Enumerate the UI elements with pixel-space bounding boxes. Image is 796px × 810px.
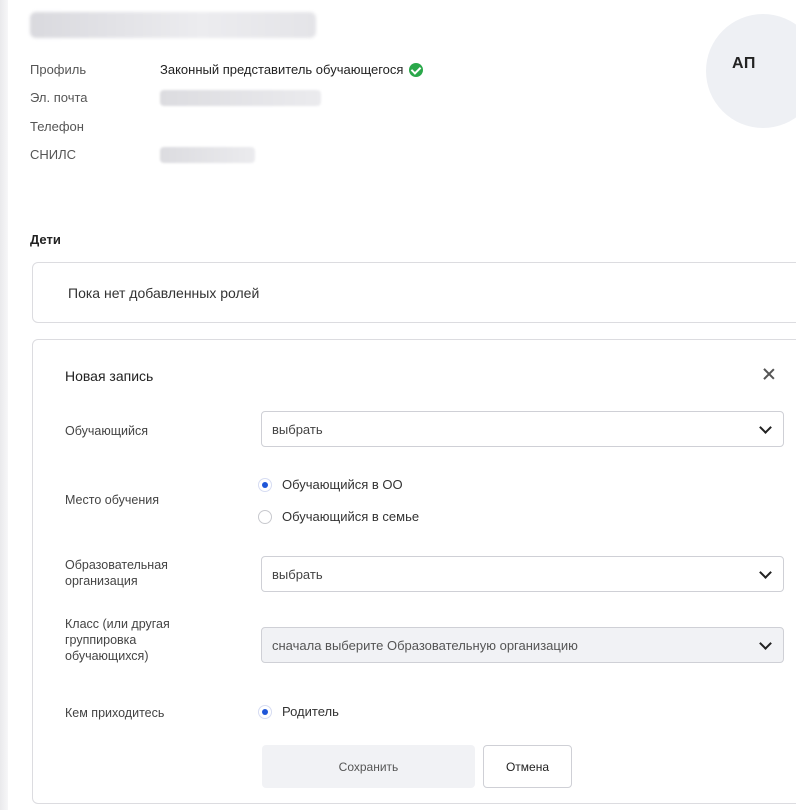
radio-parent[interactable]: Родитель bbox=[258, 704, 339, 719]
radio-checked-icon bbox=[258, 704, 272, 719]
radio-checked-icon bbox=[258, 477, 272, 492]
profile-label: Профиль bbox=[30, 62, 87, 77]
profile-page: АП Профиль Законный представитель обучаю… bbox=[0, 0, 796, 810]
radio-student-in-family-label: Обучающийся в семье bbox=[282, 509, 420, 524]
class-label: Класс (или другая группировка обучающихс… bbox=[65, 616, 170, 664]
email-value-redacted bbox=[160, 90, 321, 106]
student-label: Обучающийся bbox=[65, 424, 148, 438]
children-empty-card: Пока нет добавленных ролей bbox=[32, 262, 796, 323]
email-label: Эл. почта bbox=[30, 90, 88, 105]
children-empty-text: Пока нет добавленных ролей bbox=[68, 285, 260, 301]
avatar: АП bbox=[706, 14, 796, 128]
chevron-down-icon bbox=[759, 421, 772, 434]
children-section-title: Дети bbox=[30, 232, 61, 247]
student-select-value: выбрать bbox=[272, 422, 323, 437]
relation-label: Кем приходитесь bbox=[65, 706, 165, 720]
student-select[interactable]: выбрать bbox=[261, 411, 784, 447]
radio-student-in-family[interactable]: Обучающийся в семье bbox=[258, 509, 419, 524]
snils-value-redacted bbox=[160, 147, 255, 163]
chevron-down-icon bbox=[759, 637, 772, 650]
new-record-title: Новая запись bbox=[65, 368, 154, 384]
class-label-line1: Класс (или другая bbox=[65, 617, 170, 631]
place-label: Место обучения bbox=[65, 493, 159, 507]
radio-student-in-org[interactable]: Обучающийся в ОО bbox=[258, 477, 403, 492]
radio-student-in-org-label: Обучающийся в ОО bbox=[282, 477, 403, 492]
class-label-line3: обучающихся) bbox=[65, 649, 149, 663]
avatar-initials: АП bbox=[732, 55, 756, 72]
cancel-button[interactable]: Отмена bbox=[483, 745, 572, 788]
org-label-line1: Образовательная bbox=[65, 558, 168, 572]
verified-check-icon bbox=[409, 62, 424, 77]
radio-unchecked-icon bbox=[258, 509, 272, 524]
save-button[interactable]: Сохранить bbox=[262, 745, 475, 788]
org-select-value: выбрать bbox=[272, 567, 323, 582]
org-label-line2: организация bbox=[65, 574, 138, 588]
close-icon[interactable] bbox=[762, 367, 776, 381]
radio-parent-label: Родитель bbox=[282, 704, 339, 719]
org-select[interactable]: выбрать bbox=[261, 556, 784, 592]
snils-label: СНИЛС bbox=[30, 147, 77, 162]
profile-role-text: Законный представитель обучающегося bbox=[160, 62, 404, 77]
class-select-value: сначала выберите Образовательную организ… bbox=[272, 638, 578, 653]
class-label-line2: группировка bbox=[65, 633, 137, 647]
left-edge-shadow bbox=[0, 0, 8, 810]
user-name-redacted bbox=[30, 12, 316, 38]
org-label: Образовательная организация bbox=[65, 557, 168, 589]
profile-value: Законный представитель обучающегося bbox=[160, 62, 424, 77]
chevron-down-icon bbox=[759, 566, 772, 579]
phone-label: Телефон bbox=[30, 119, 84, 134]
class-select[interactable]: сначала выберите Образовательную организ… bbox=[261, 627, 784, 663]
